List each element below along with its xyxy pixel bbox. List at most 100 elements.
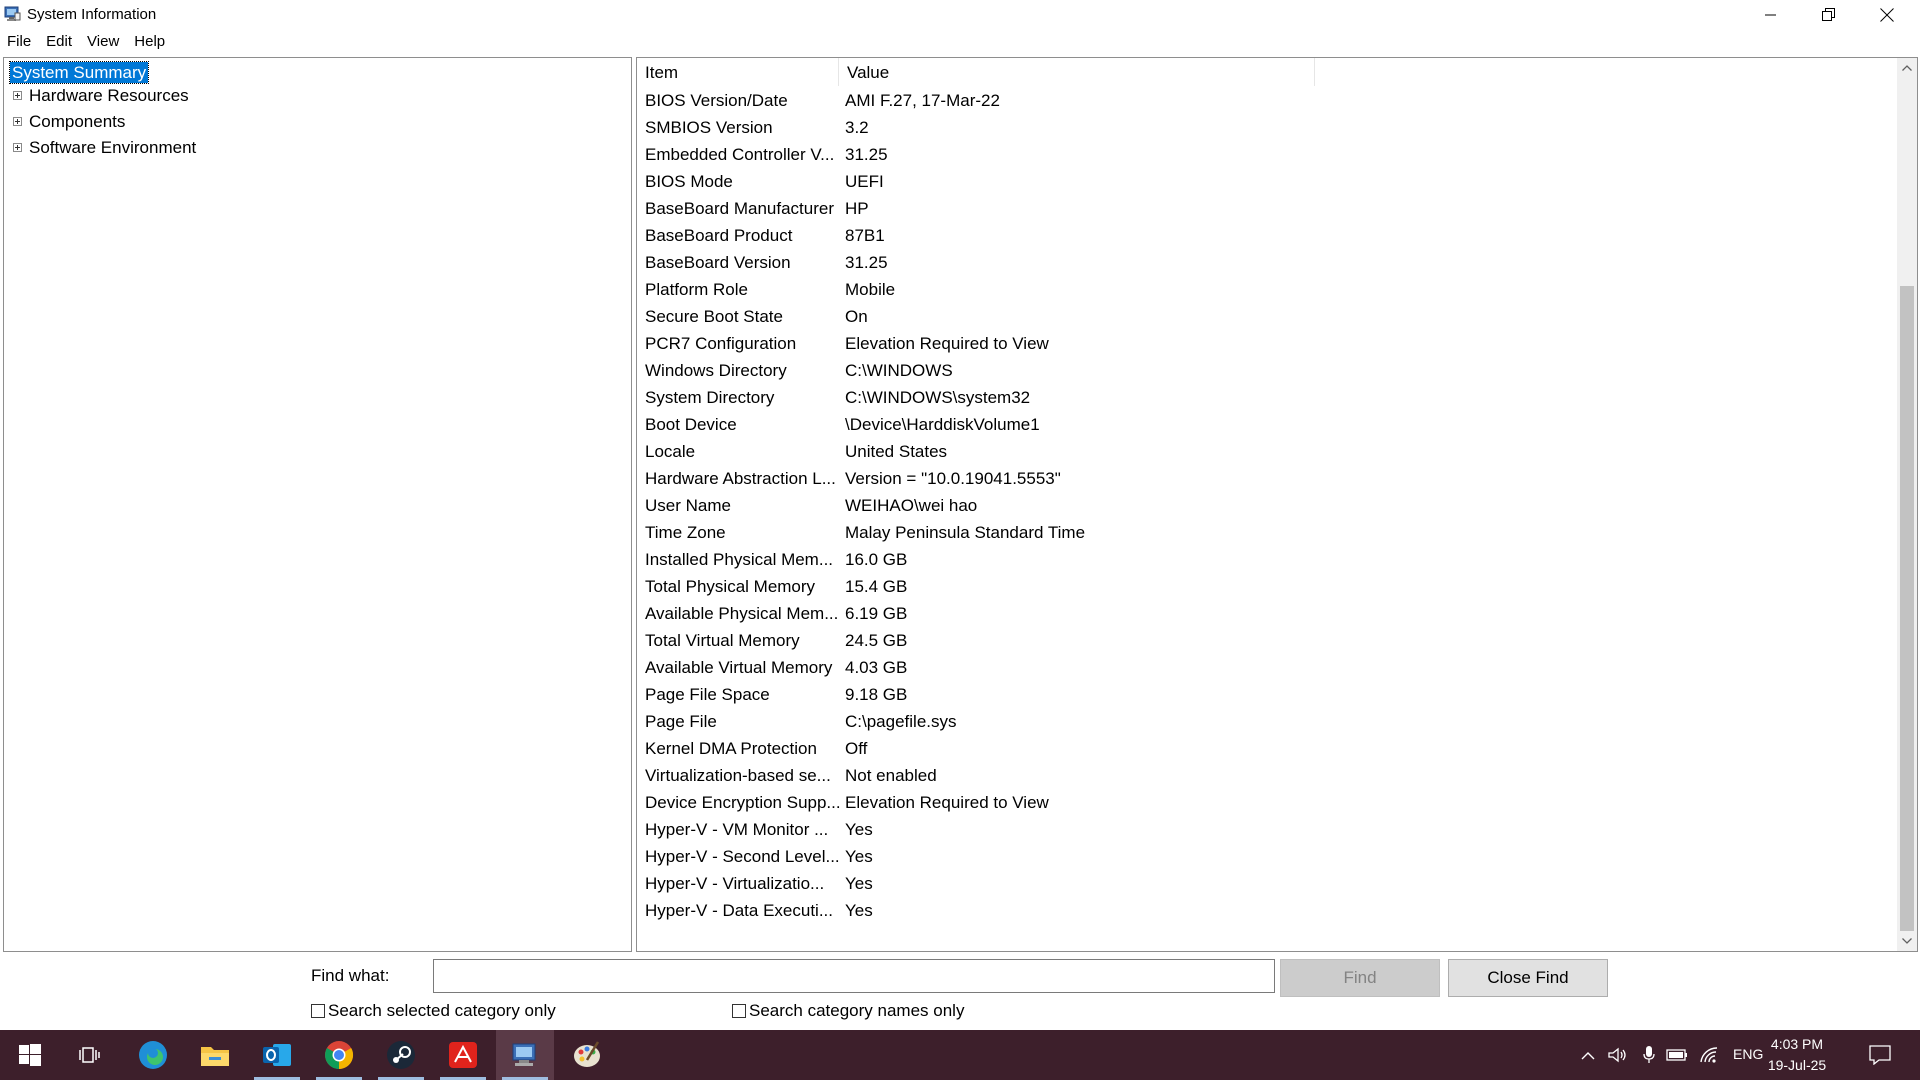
vertical-scrollbar[interactable] [1897,58,1917,951]
taskbar-system-information[interactable] [496,1030,554,1080]
item-cell: Hardware Abstraction L... [645,469,836,488]
expand-icon[interactable] [13,117,22,126]
table-row[interactable]: Platform Role Mobile [637,276,1897,303]
network-button[interactable] [1697,1042,1721,1068]
volume-button[interactable] [1605,1042,1629,1068]
input-language-indicator[interactable]: ENG [1733,1046,1763,1062]
details-list[interactable]: Item Value BIOS Version/Date AMI F.27, 17… [636,57,1918,952]
taskbar-adobe-acrobat[interactable] [434,1030,492,1080]
menu-edit[interactable]: Edit [39,30,80,54]
category-tree[interactable]: System Summary Hardware Resources Compon… [3,57,632,952]
taskbar-paint[interactable] [558,1030,616,1080]
search-selected-category-checkbox[interactable] [311,1004,325,1018]
table-row[interactable]: BaseBoard Manufacturer HP [637,195,1897,222]
taskbar-steam[interactable] [372,1030,430,1080]
table-row[interactable]: Embedded Controller V... 31.25 [637,141,1897,168]
table-row[interactable]: PCR7 Configuration Elevation Required to … [637,330,1897,357]
table-row[interactable]: Page File Space 9.18 GB [637,681,1897,708]
item-cell: Hyper-V - Second Level... [645,847,840,866]
value-cell: 24.5 GB [845,631,908,650]
value-cell: Yes [845,847,873,866]
table-row[interactable]: Windows Directory C:\WINDOWS [637,357,1897,384]
taskbar-chrome[interactable] [310,1030,368,1080]
table-row[interactable]: Hyper-V - Virtualizatio... Yes [637,870,1897,897]
table-row[interactable]: Hyper-V - Second Level... Yes [637,843,1897,870]
table-row[interactable]: Boot Device \Device\HarddiskVolume1 [637,411,1897,438]
action-center-button[interactable] [1868,1042,1892,1068]
wifi-icon [1700,1047,1718,1063]
table-row[interactable]: Hyper-V - VM Monitor ... Yes [637,816,1897,843]
menu-bar: File Edit View Help [0,30,173,54]
item-cell: Page File Space [645,685,770,704]
close-window-button[interactable] [1858,0,1916,30]
item-cell: Hyper-V - VM Monitor ... [645,820,829,839]
table-row[interactable]: SMBIOS Version 3.2 [637,114,1897,141]
table-row[interactable]: Page File C:\pagefile.sys [637,708,1897,735]
taskbar-clock[interactable]: 4:03 PM 19-Jul-25 [1762,1034,1832,1076]
table-row[interactable]: Installed Physical Mem... 16.0 GB [637,546,1897,573]
value-cell: 3.2 [845,118,869,137]
table-row[interactable]: User Name WEIHAO\wei hao [637,492,1897,519]
table-row[interactable]: BIOS Mode UEFI [637,168,1897,195]
show-hidden-icons-button[interactable] [1576,1042,1600,1068]
tree-item-components[interactable]: Components [29,111,125,133]
table-row[interactable]: Secure Boot State On [637,303,1897,330]
table-row[interactable]: System Directory C:\WINDOWS\system32 [637,384,1897,411]
expand-icon[interactable] [13,143,22,152]
table-row[interactable]: BIOS Version/Date AMI F.27, 17-Mar-22 [637,87,1897,114]
scroll-up-button[interactable] [1897,58,1917,78]
menu-view[interactable]: View [80,30,127,54]
menu-help[interactable]: Help [127,30,173,54]
taskbar-file-explorer[interactable] [186,1030,244,1080]
table-row[interactable]: BaseBoard Product 87B1 [637,222,1897,249]
table-row[interactable]: Available Virtual Memory 4.03 GB [637,654,1897,681]
battery-button[interactable] [1665,1042,1689,1068]
minimize-button[interactable] [1742,0,1800,30]
table-row[interactable]: Virtualization-based se... Not enabled [637,762,1897,789]
search-category-names-checkbox[interactable] [732,1004,746,1018]
menu-file[interactable]: File [0,30,39,54]
value-cell: United States [845,442,948,461]
search-category-names-option[interactable]: Search category names only [732,1001,964,1021]
chrome-icon [325,1041,354,1070]
table-row[interactable]: Device Encryption Supp... Elevation Requi… [637,789,1897,816]
search-selected-category-option[interactable]: Search selected category only [311,1001,556,1021]
table-row[interactable]: Time Zone Malay Peninsula Standard Time [637,519,1897,546]
taskbar-edge[interactable] [124,1030,182,1080]
value-cell: UEFI [845,172,884,191]
table-row[interactable]: Total Physical Memory 15.4 GB [637,573,1897,600]
find-button[interactable]: Find [1280,959,1440,997]
tree-item-hardware-resources[interactable]: Hardware Resources [29,85,189,107]
tree-item-software-environment[interactable]: Software Environment [29,137,196,159]
table-row[interactable]: Total Virtual Memory 24.5 GB [637,627,1897,654]
table-row[interactable]: Hyper-V - Data Executi... Yes [637,897,1897,924]
microphone-button[interactable] [1637,1042,1661,1068]
scrollbar-thumb[interactable] [1900,286,1914,931]
close-find-button[interactable]: Close Find [1448,959,1608,997]
tree-item-system-summary[interactable]: System Summary [8,61,150,84]
edge-icon [139,1041,167,1069]
start-button[interactable] [1,1030,59,1080]
item-cell: PCR7 Configuration [645,334,797,353]
item-cell: Hyper-V - Data Executi... [645,901,834,920]
expand-icon[interactable] [13,91,22,100]
column-header-item[interactable]: Item [637,58,839,86]
column-header-value[interactable]: Value [839,58,1315,86]
taskbar-outlook[interactable] [248,1030,306,1080]
table-row[interactable]: Hardware Abstraction L... Version = "10.0… [637,465,1897,492]
item-cell: BaseBoard Manufacturer [645,199,834,218]
value-cell: 31.25 [845,253,888,272]
scroll-down-button[interactable] [1897,931,1917,951]
table-row[interactable]: BaseBoard Version 31.25 [637,249,1897,276]
table-row[interactable]: Locale United States [637,438,1897,465]
task-view-button[interactable] [61,1030,119,1080]
table-row[interactable]: Kernel DMA Protection Off [637,735,1897,762]
window-title: System Information [27,6,157,23]
value-cell: 9.18 GB [845,685,908,704]
close-icon [1880,8,1894,22]
table-row[interactable]: Available Physical Mem... 6.19 GB [637,600,1897,627]
restore-button[interactable] [1800,0,1858,30]
item-cell: Kernel DMA Protection [645,739,817,758]
task-view-icon [79,1047,100,1063]
find-what-input[interactable] [433,959,1275,993]
